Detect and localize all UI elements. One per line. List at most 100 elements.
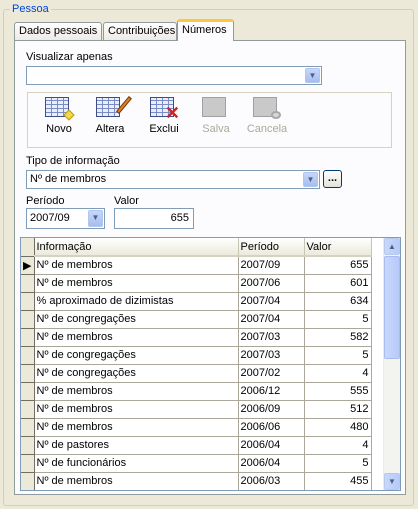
grid-vertical-scrollbar[interactable]: ▲ ▼ (383, 238, 400, 490)
table-row[interactable]: Nº de membros 2007/03 582 (21, 328, 372, 347)
cancela-button[interactable]: Cancela (242, 97, 292, 135)
column-header-periodo[interactable]: Período (238, 238, 305, 257)
row-selector-cell[interactable] (21, 364, 35, 383)
cell-valor[interactable]: 5 (304, 346, 372, 365)
cell-periodo[interactable]: 2007/04 (238, 292, 305, 311)
cell-valor[interactable]: 512 (304, 400, 372, 419)
filter-combo[interactable]: ▼ (26, 66, 322, 85)
cell-informacao[interactable]: Nº de membros (34, 382, 239, 401)
exclui-label: Exclui (149, 123, 179, 135)
cell-periodo[interactable]: 2006/12 (238, 382, 305, 401)
row-selector-cell[interactable] (21, 472, 35, 490)
cell-informacao[interactable]: Nº de congregações (34, 364, 239, 383)
row-selector-cell[interactable] (21, 274, 35, 293)
valor-input[interactable]: 655 (114, 208, 194, 229)
row-selector-cell[interactable] (21, 346, 35, 365)
cell-valor[interactable]: 582 (304, 328, 372, 347)
cancel-grid-icon (253, 97, 281, 119)
header-selector-cell (21, 238, 35, 257)
cell-valor[interactable]: 5 (304, 454, 372, 473)
table-row[interactable]: Nº de pastores 2006/04 4 (21, 436, 372, 455)
cell-informacao[interactable]: % aproximado de dizimistas (34, 292, 239, 311)
scroll-up-icon[interactable]: ▲ (384, 238, 400, 255)
cell-periodo[interactable]: 2007/03 (238, 328, 305, 347)
tipo-browse-button[interactable]: ... (323, 170, 342, 188)
novo-button[interactable]: Novo (34, 97, 84, 135)
cell-informacao[interactable]: Nº de membros (34, 274, 239, 293)
cell-informacao[interactable]: Nº de membros (34, 400, 239, 419)
table-row[interactable]: Nº de congregações 2007/04 5 (21, 310, 372, 329)
cell-periodo[interactable]: 2006/03 (238, 472, 305, 490)
row-selector-cell[interactable] (21, 418, 35, 437)
salva-label: Salva (202, 123, 230, 135)
cell-valor[interactable]: 601 (304, 274, 372, 293)
novo-label: Novo (46, 123, 72, 135)
tipo-label: Tipo de informação (26, 155, 120, 167)
row-selector-cell[interactable] (21, 436, 35, 455)
cell-informacao[interactable]: Nº de membros (34, 328, 239, 347)
cell-valor[interactable]: 4 (304, 364, 372, 383)
cell-informacao[interactable]: Nº de congregações (34, 346, 239, 365)
table-row[interactable]: Nº de congregações 2007/02 4 (21, 364, 372, 383)
cell-informacao[interactable]: Nº de pastores (34, 436, 239, 455)
cell-informacao[interactable]: Nº de funcionários (34, 454, 239, 473)
cell-valor[interactable]: 455 (304, 472, 372, 490)
chevron-down-icon[interactable]: ▼ (303, 172, 318, 187)
tab-numeros[interactable]: Números (177, 19, 234, 41)
cell-periodo[interactable]: 2007/09 (238, 256, 305, 275)
tab-contribuicoes[interactable]: Contribuições (103, 22, 177, 40)
altera-label: Altera (95, 123, 125, 135)
filter-label: Visualizar apenas (26, 51, 113, 63)
periodo-combo[interactable]: 2007/09 ▼ (26, 208, 105, 229)
row-selector-cell[interactable] (21, 400, 35, 419)
altera-button[interactable]: Altera (85, 96, 135, 135)
table-row[interactable]: Nº de membros 2006/06 480 (21, 418, 372, 437)
tipo-value: Nº de membros (30, 173, 107, 185)
edit-grid-icon (96, 96, 132, 119)
row-selector-cell[interactable] (21, 328, 35, 347)
chevron-down-icon[interactable]: ▼ (305, 68, 320, 83)
table-row[interactable]: Nº de membros 2007/06 601 (21, 274, 372, 293)
cell-periodo[interactable]: 2006/04 (238, 436, 305, 455)
save-grid-icon (202, 97, 230, 119)
cell-periodo[interactable]: 2007/04 (238, 310, 305, 329)
column-header-valor[interactable]: Valor (304, 238, 372, 257)
table-row[interactable]: Nº de funcionários 2006/04 5 (21, 454, 372, 473)
table-row[interactable]: ▶ Nº de membros 2007/09 655 (21, 256, 372, 275)
cell-periodo[interactable]: 2006/04 (238, 454, 305, 473)
cell-valor[interactable]: 634 (304, 292, 372, 311)
cell-periodo[interactable]: 2006/09 (238, 400, 305, 419)
tab-dados-pessoais[interactable]: Dados pessoais (14, 22, 102, 40)
cell-valor[interactable]: 4 (304, 436, 372, 455)
chevron-down-icon[interactable]: ▼ (88, 210, 103, 227)
cell-valor[interactable]: 5 (304, 310, 372, 329)
row-selector-cell[interactable] (21, 454, 35, 473)
table-row[interactable]: Nº de membros 2006/12 555 (21, 382, 372, 401)
cancela-label: Cancela (246, 123, 288, 135)
cell-periodo[interactable]: 2006/06 (238, 418, 305, 437)
salva-button[interactable]: Salva (191, 97, 241, 135)
table-row[interactable]: Nº de congregações 2007/03 5 (21, 346, 372, 365)
cell-informacao[interactable]: Nº de membros (34, 472, 239, 490)
cell-valor[interactable]: 655 (304, 256, 372, 275)
cell-valor[interactable]: 480 (304, 418, 372, 437)
table-row[interactable]: % aproximado de dizimistas 2007/04 634 (21, 292, 372, 311)
cell-periodo[interactable]: 2007/03 (238, 346, 305, 365)
tipo-combo[interactable]: Nº de membros ▼ (26, 170, 320, 189)
scroll-down-icon[interactable]: ▼ (384, 473, 400, 490)
cell-informacao[interactable]: Nº de membros (34, 418, 239, 437)
cell-periodo[interactable]: 2007/02 (238, 364, 305, 383)
table-row[interactable]: Nº de membros 2006/09 512 (21, 400, 372, 419)
cell-informacao[interactable]: Nº de congregações (34, 310, 239, 329)
cell-informacao[interactable]: Nº de membros (34, 256, 239, 275)
cell-valor[interactable]: 555 (304, 382, 372, 401)
row-selector-cell[interactable] (21, 310, 35, 329)
cell-periodo[interactable]: 2007/06 (238, 274, 305, 293)
exclui-button[interactable]: ✕ Exclui (139, 97, 189, 135)
table-row[interactable]: Nº de membros 2006/03 455 (21, 472, 372, 490)
current-row-arrow-icon[interactable]: ▶ (21, 256, 35, 275)
scroll-thumb[interactable] (384, 256, 400, 359)
column-header-informacao[interactable]: Informação (34, 238, 239, 257)
row-selector-cell[interactable] (21, 292, 35, 311)
row-selector-cell[interactable] (21, 382, 35, 401)
